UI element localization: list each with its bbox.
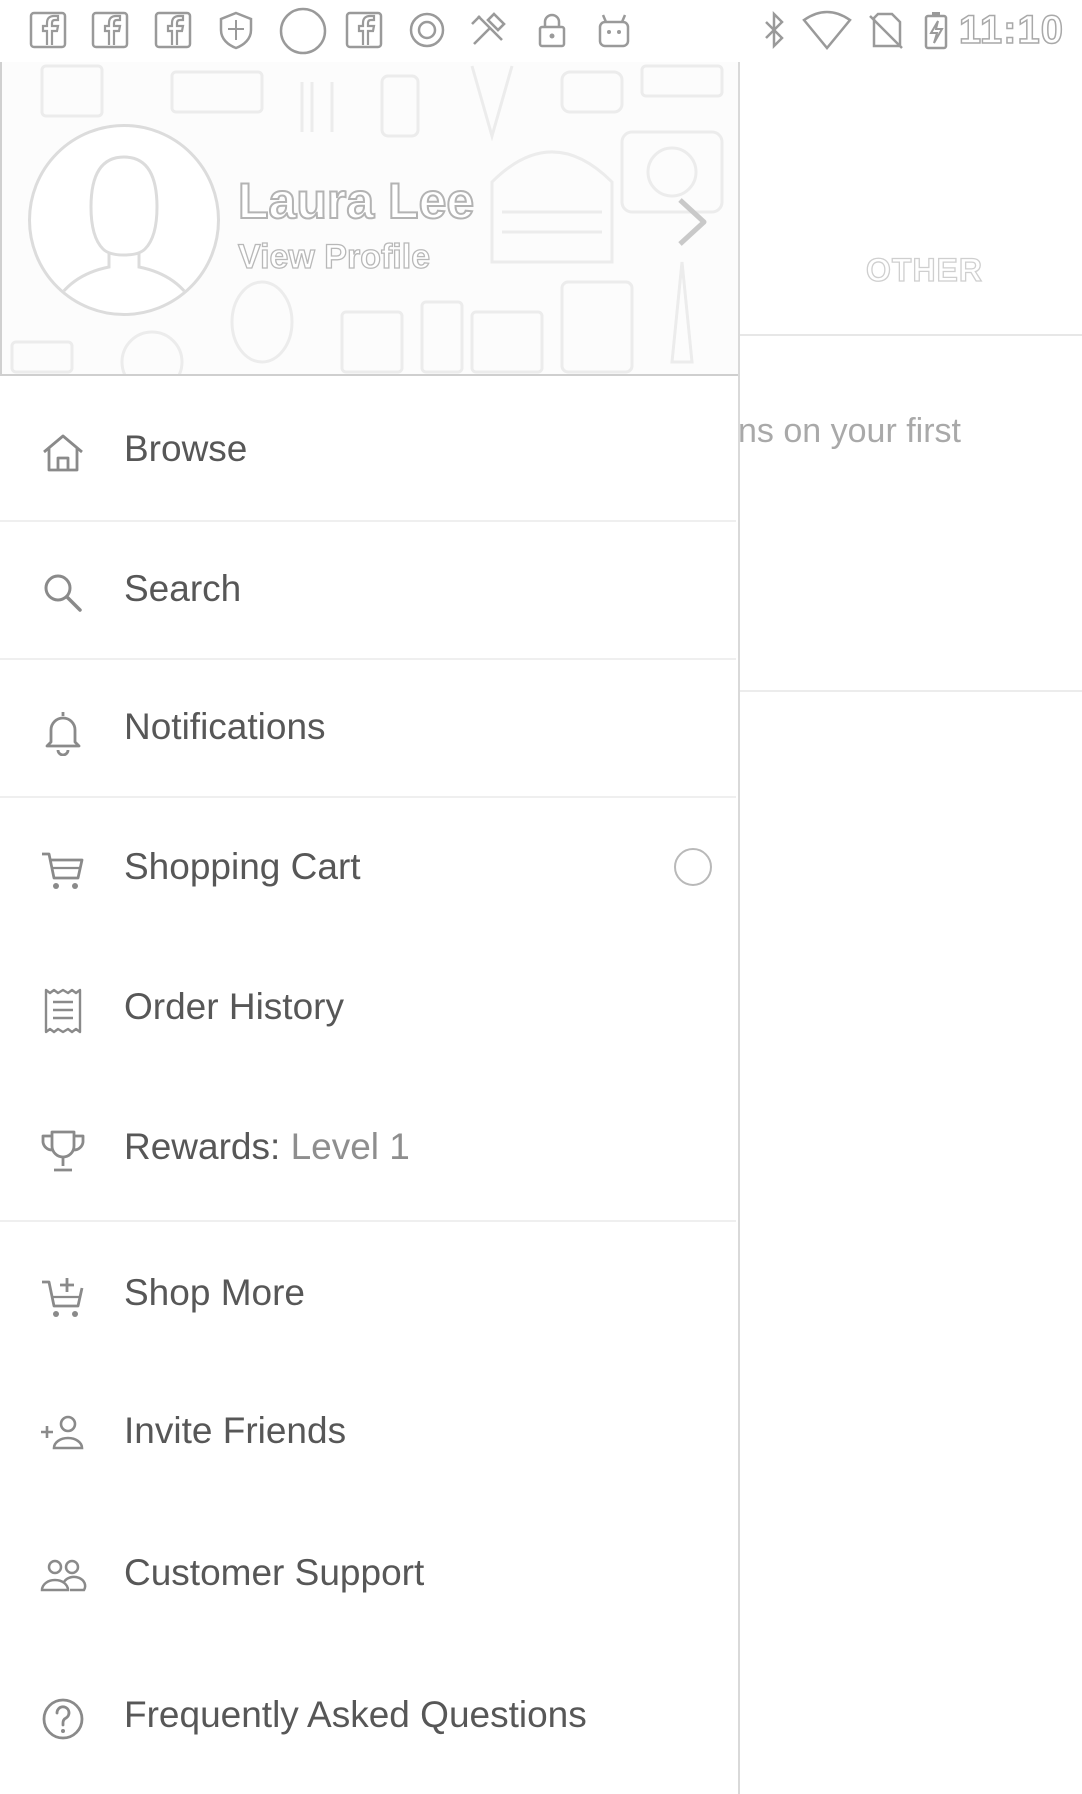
- facebook-icon: [153, 10, 193, 50]
- shield-icon: [216, 10, 256, 50]
- category-tab-bar: OTHER: [738, 62, 1082, 336]
- help-icon: [38, 1694, 88, 1744]
- avatar[interactable]: [28, 124, 220, 316]
- record-icon: [407, 10, 447, 50]
- menu-item-search[interactable]: Search: [0, 522, 736, 658]
- wifi-icon: [802, 10, 852, 50]
- battery-charging-icon: [916, 10, 956, 50]
- menu-item-browse[interactable]: Browse: [0, 376, 736, 520]
- facebook-icon: [344, 10, 384, 50]
- rewards-label: Rewards:: [124, 1126, 291, 1167]
- trophy-icon: [38, 1126, 88, 1176]
- view-profile-link[interactable]: View Profile: [237, 237, 430, 277]
- menu-item-label: Browse: [124, 428, 248, 469]
- facebook-icon: [28, 10, 68, 50]
- android-icon: [594, 10, 634, 50]
- menu-item-label: Order History: [124, 986, 344, 1027]
- status-bar: 11:10: [0, 0, 1082, 63]
- menu-item-invite-friends[interactable]: Invite Friends: [0, 1362, 736, 1504]
- menu-item-label: Rewards: Level 1: [124, 1126, 410, 1168]
- menu-item-label: Notifications: [124, 706, 326, 747]
- profile-name: Laura Lee: [237, 172, 475, 230]
- menu-item-label: Customer Support: [124, 1552, 425, 1593]
- menu-item-label: Shop More: [124, 1272, 305, 1313]
- rewards-level: Level 1: [290, 1126, 410, 1167]
- menu-item-label: Frequently Asked Questions: [124, 1694, 587, 1735]
- menu-item-label: Invite Friends: [124, 1410, 347, 1451]
- profile-silhouette-icon: [51, 155, 197, 308]
- lock-icon: [532, 10, 572, 50]
- menu-item-rewards[interactable]: Rewards: Level 1: [0, 1078, 736, 1220]
- divider: [738, 690, 1082, 692]
- promo-text: ns on your first: [738, 412, 961, 450]
- chevron-right-icon[interactable]: [670, 192, 714, 252]
- add-cart-icon: [38, 1272, 88, 1322]
- menu-item-label: Search: [124, 568, 242, 609]
- circle-icon: [278, 6, 328, 56]
- navigation-drawer: Laura Lee View Profile Browse Search Not…: [0, 62, 740, 1794]
- people-icon: [38, 1552, 88, 1602]
- menu-item-shopping-cart[interactable]: Shopping Cart: [0, 798, 736, 936]
- profile-header[interactable]: Laura Lee View Profile: [0, 62, 738, 376]
- menu-item-shop-more[interactable]: Shop More: [0, 1222, 736, 1362]
- receipt-icon: [38, 986, 88, 1036]
- tools-icon: [468, 10, 508, 50]
- home-icon: [38, 428, 88, 478]
- menu-item-notifications[interactable]: Notifications: [0, 660, 736, 796]
- menu-item-customer-support[interactable]: Customer Support: [0, 1504, 736, 1646]
- background-app: OTHER ns on your first: [738, 62, 1082, 1794]
- add-person-icon: [38, 1410, 88, 1460]
- menu-item-faq[interactable]: Frequently Asked Questions: [0, 1646, 736, 1790]
- menu-item-order-history[interactable]: Order History: [0, 936, 736, 1078]
- menu-item-label: Shopping Cart: [124, 846, 361, 887]
- tab-other[interactable]: OTHER: [865, 251, 983, 289]
- cart-count-badge: [674, 848, 712, 886]
- search-icon: [38, 568, 88, 618]
- bell-icon: [38, 706, 88, 757]
- cart-icon: [38, 846, 88, 896]
- bluetooth-icon: [754, 10, 794, 50]
- no-sim-icon: [866, 10, 906, 50]
- facebook-icon: [90, 10, 130, 50]
- clock: 11:10: [958, 7, 1064, 53]
